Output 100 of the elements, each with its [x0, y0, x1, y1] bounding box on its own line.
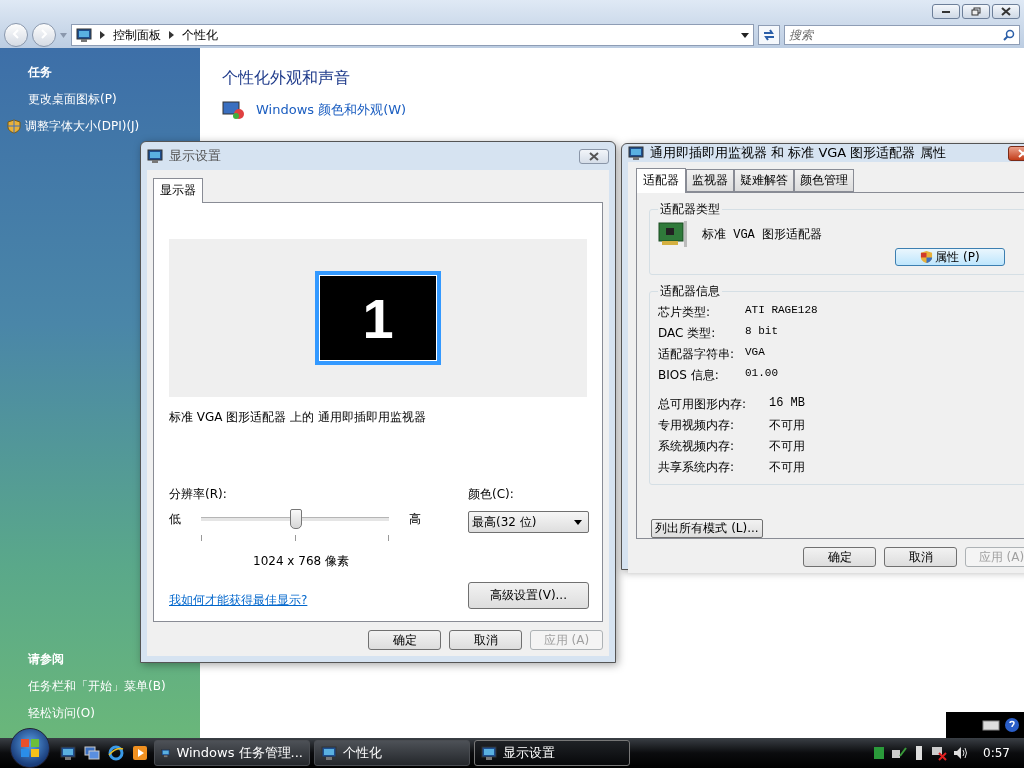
display-icon: [147, 148, 163, 164]
info-label: 专用视频内存:: [658, 417, 736, 434]
window-icon: [321, 745, 337, 761]
color-label: 颜色(C):: [468, 486, 515, 503]
caret-icon: [574, 519, 582, 525]
graphics-card-icon: [658, 220, 690, 248]
tab[interactable]: 适配器: [636, 168, 686, 193]
info-label: DAC 类型:: [658, 325, 717, 342]
close-button[interactable]: [579, 148, 609, 164]
network-icon: [891, 746, 908, 760]
help-link[interactable]: 我如何才能获得最佳显示?: [169, 592, 308, 609]
dialog-button[interactable]: 取消: [884, 547, 957, 567]
minimize-button[interactable]: [932, 3, 960, 19]
task-link[interactable]: 更改桌面图标(P): [28, 91, 200, 108]
back-button[interactable]: [4, 23, 28, 47]
chevron-icon: [169, 31, 174, 39]
slider-thumb[interactable]: [290, 509, 302, 529]
info-value: ATI RAGE128: [745, 304, 819, 318]
info-value: 8 bit: [745, 325, 779, 339]
tab[interactable]: 颜色管理: [794, 169, 854, 192]
dialog-button[interactable]: 取消: [449, 630, 522, 650]
address-bar[interactable]: 控制面板 个性化: [71, 24, 754, 46]
dialog-button[interactable]: 确定: [368, 630, 441, 650]
slider-max-label: 高: [409, 510, 421, 528]
taskbar-button[interactable]: 个性化: [314, 740, 470, 766]
desktop-icon: [60, 745, 76, 761]
caret-icon: [60, 32, 67, 38]
slider-min-label: 低: [169, 510, 181, 528]
taskbar-button[interactable]: Windows 任务管理...: [154, 740, 310, 766]
monitor-number: 1: [362, 285, 394, 351]
task-link[interactable]: 调整字体大小(DPI)(J): [7, 118, 200, 135]
info-label: 芯片类型:: [658, 304, 712, 321]
settings-link[interactable]: Windows 颜色和外观(W): [222, 99, 1002, 121]
resolution-value: 1024 x 768 像素: [253, 553, 350, 570]
pane-heading: 任务: [28, 64, 53, 81]
start-button[interactable]: [10, 728, 50, 768]
tab[interactable]: 显示器: [153, 178, 203, 203]
info-label: 共享系统内存:: [658, 459, 736, 476]
restore-button[interactable]: [962, 3, 990, 19]
tab[interactable]: 疑难解答: [734, 169, 794, 192]
network-error-icon: [931, 745, 948, 761]
monitor-description: 标准 VGA 图形适配器 上的 通用即插即用监视器: [169, 409, 427, 426]
group-heading: 适配器信息: [659, 283, 721, 300]
advanced-settings-button[interactable]: 高级设置(V)...: [468, 582, 589, 609]
help-icon: [1004, 717, 1020, 733]
properties-button[interactable]: 属性 (P): [895, 248, 1005, 266]
info-label: 系统视频内存:: [658, 438, 736, 455]
windows-icon: [84, 746, 100, 760]
volume-icon: [953, 746, 970, 760]
minimize-icon: [941, 8, 951, 14]
page-heading: 个性化外观和声音: [222, 68, 351, 89]
restore-icon: [971, 6, 981, 16]
globe-icon: [108, 745, 124, 761]
info-value: 16 MB: [769, 396, 806, 412]
breadcrumb-item[interactable]: 个性化: [182, 26, 218, 44]
shield-icon: [7, 119, 21, 134]
chevron-icon: [100, 31, 105, 39]
grid-icon: [873, 746, 886, 760]
windows-logo: [20, 738, 40, 758]
media-player-button[interactable]: [130, 743, 150, 763]
forward-button[interactable]: [32, 23, 56, 47]
info-label: 适配器字符串:: [658, 346, 736, 363]
window-title: 通用即插即用监视器 和 标准 VGA 图形适配器 属性: [650, 144, 947, 162]
info-value: 不可用: [769, 460, 806, 476]
refresh-button[interactable]: [758, 25, 780, 45]
close-icon: [1001, 6, 1011, 16]
browser-button[interactable]: [106, 743, 126, 763]
info-value: 01.00: [745, 367, 779, 381]
breadcrumb-item[interactable]: 控制面板: [113, 26, 161, 44]
caret-icon: [741, 32, 749, 38]
info-label: 总可用图形内存:: [658, 396, 748, 413]
shield-icon: [920, 250, 934, 264]
window-icon: [481, 745, 497, 761]
display-icon: [628, 145, 644, 161]
control-panel-icon: [76, 27, 92, 43]
taskbar-button[interactable]: 显示设置: [474, 740, 630, 766]
window-title: 显示设置: [169, 147, 222, 165]
switch-windows-button[interactable]: [82, 743, 102, 763]
info-label: BIOS 信息:: [658, 367, 720, 384]
info-value: VGA: [745, 346, 766, 360]
group-heading: 适配器类型: [659, 201, 721, 218]
resolution-label: 分辨率(R):: [169, 486, 228, 503]
adapter-name: 标准 VGA 图形适配器: [702, 226, 822, 243]
search-icon[interactable]: [1003, 29, 1015, 41]
keyboard-icon: [982, 719, 1000, 731]
show-desktop-button[interactable]: [58, 743, 78, 763]
close-icon: [589, 151, 599, 161]
play-icon: [132, 745, 148, 761]
dialog-button[interactable]: 确定: [803, 547, 876, 567]
color-dropdown[interactable]: 最高(32 位): [468, 511, 589, 533]
list-all-modes-button[interactable]: 列出所有模式 (L)...: [651, 519, 763, 538]
clock[interactable]: 0:57: [983, 746, 1010, 760]
monitor-tile[interactable]: 1: [315, 271, 441, 365]
info-value: 不可用: [769, 439, 806, 455]
close-button[interactable]: [992, 3, 1020, 19]
refresh-icon: [762, 29, 776, 41]
info-value: 不可用: [769, 418, 806, 434]
tab[interactable]: 监视器: [686, 169, 734, 192]
pane-heading: 请参阅: [28, 651, 65, 668]
search-field[interactable]: 搜索: [784, 25, 1020, 45]
